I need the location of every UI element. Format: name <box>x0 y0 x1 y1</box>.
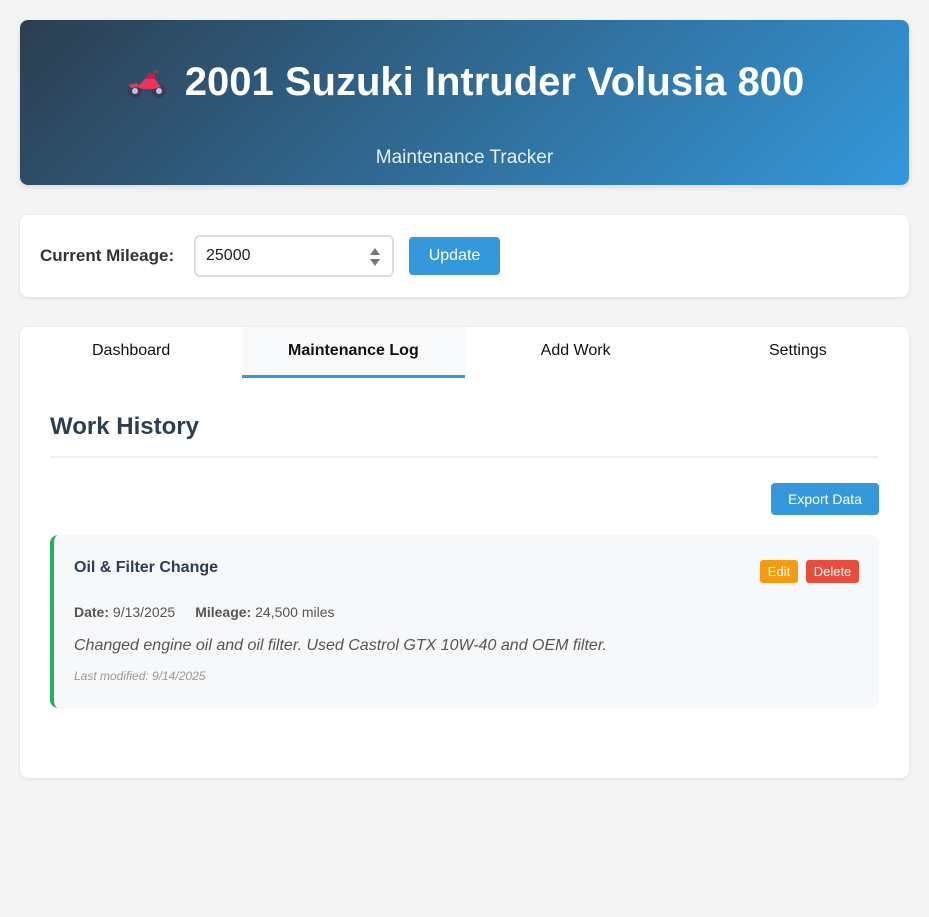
spinner-up-icon[interactable] <box>370 248 380 255</box>
motorcycle-icon <box>125 64 169 100</box>
work-entry: Oil & Filter Change Edit Delete Date: 9/… <box>50 535 879 708</box>
divider <box>50 456 879 458</box>
entry-title: Oil & Filter Change <box>74 559 219 576</box>
tab-maintenance-log[interactable]: Maintenance Log <box>242 327 465 378</box>
page-title-text: 2001 Suzuki Intruder Volusia 800 <box>184 60 805 104</box>
update-button[interactable]: Update <box>409 237 500 275</box>
page-title: 2001 Suzuki Intruder Volusia 800 <box>20 58 909 106</box>
entry-last-modified: Last modified: 9/14/2025 <box>74 669 206 683</box>
entry-date-value: 9/13/2025 <box>112 604 176 620</box>
entry-date-label: Date: <box>74 604 113 620</box>
number-spinner[interactable] <box>370 247 380 267</box>
entry-description: Changed engine oil and oil filter. Used … <box>74 637 607 654</box>
mileage-panel: Current Mileage: 25000 Update <box>20 215 909 297</box>
tab-add-work[interactable]: Add Work <box>465 327 687 378</box>
entry-mileage: Mileage: 24,500 miles <box>195 604 334 620</box>
main-panel: Dashboard Maintenance Log Add Work Setti… <box>20 327 909 778</box>
entry-mileage-value: 24,500 miles <box>255 604 335 620</box>
tab-dashboard[interactable]: Dashboard <box>20 327 242 378</box>
entry-meta: Date: 9/13/2025 Mileage: 24,500 miles <box>74 604 335 620</box>
app-header: 2001 Suzuki Intruder Volusia 800 Mainten… <box>20 20 909 185</box>
page-subtitle: Maintenance Tracker <box>375 147 554 168</box>
tab-bar: Dashboard Maintenance Log Add Work Setti… <box>20 327 909 378</box>
entry-mileage-label: Mileage: <box>195 604 256 620</box>
delete-button[interactable]: Delete <box>806 560 859 583</box>
section-title: Work History <box>50 413 199 440</box>
edit-button[interactable]: Edit <box>760 560 798 583</box>
mileage-input[interactable]: 25000 <box>194 235 394 277</box>
export-data-button[interactable]: Export Data <box>771 483 879 515</box>
tab-settings[interactable]: Settings <box>687 327 909 378</box>
spinner-down-icon[interactable] <box>370 259 380 266</box>
entry-date: Date: 9/13/2025 <box>74 604 175 620</box>
mileage-label: Current Mileage: <box>40 246 175 265</box>
mileage-input-value: 25000 <box>206 247 251 264</box>
